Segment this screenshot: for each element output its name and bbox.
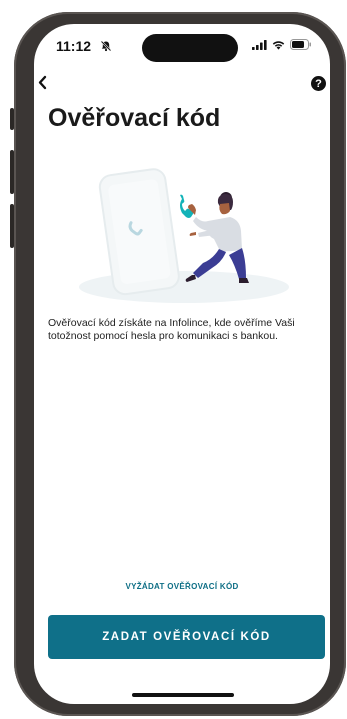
back-button[interactable] [34,71,58,95]
wifi-icon [272,40,285,50]
home-indicator [132,693,234,697]
request-code-link[interactable]: VYŽÁDAT OVĚŘOVACÍ KÓD [34,582,330,591]
status-bar: 11:12 [34,24,330,68]
person-holding-phone-illustration [79,168,289,303]
cellular-signal-icon [252,39,267,50]
description-text: Ověřovací kód získáte na Infolince, kde … [48,316,295,342]
bell-muted-icon [100,40,112,52]
side-button-volume-up [10,150,14,194]
enter-code-button[interactable]: ZADAT OVĚŘOVACÍ KÓD [48,615,325,659]
side-button-mute [10,108,14,130]
dynamic-island [142,34,238,62]
screen: 11:12 ? Ověřovací kód Ověřovací kód získ… [34,24,330,704]
help-button[interactable]: ? [311,76,326,91]
side-button-volume-down [10,204,14,248]
status-icons [252,39,312,50]
page-title: Ověřovací kód [48,104,221,132]
status-time: 11:12 [56,38,92,54]
battery-icon [290,39,311,50]
